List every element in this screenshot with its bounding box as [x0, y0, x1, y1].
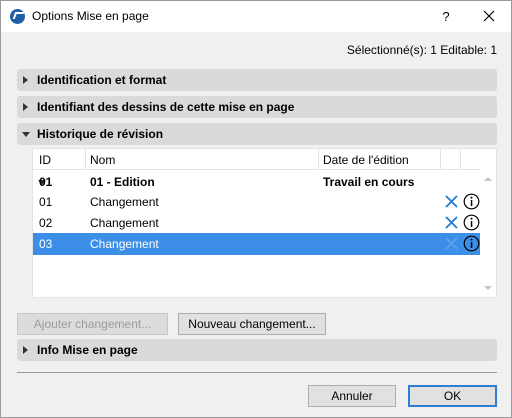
cell-name: Changement — [90, 216, 159, 230]
cancel-button[interactable]: Annuler — [308, 385, 396, 407]
table-row[interactable]: 02 Changement — [33, 212, 480, 234]
table-header: ID Nom Date de l'édition — [33, 149, 480, 170]
close-button[interactable] — [467, 1, 511, 32]
collapsed-triangle-icon — [23, 103, 28, 111]
cell-id: 01 — [39, 195, 53, 209]
cell-date: Travail en cours — [323, 175, 415, 189]
help-button[interactable]: ? — [431, 1, 461, 32]
info-icon[interactable] — [463, 214, 480, 231]
cell-name: 01 - Edition — [90, 175, 155, 189]
section-revision-history[interactable]: Historique de révision — [17, 123, 497, 145]
section-label: Identifiant des dessins de cette mise en… — [37, 100, 295, 114]
column-header-date[interactable]: Date de l'édition — [323, 153, 409, 167]
selection-info: Sélectionné(s): 1 Editable: 1 — [346, 43, 497, 57]
add-change-button[interactable]: Ajouter changement... — [17, 313, 168, 335]
footer-divider — [17, 372, 497, 373]
ok-button[interactable]: OK — [408, 385, 497, 407]
delete-x-icon[interactable] — [444, 194, 459, 209]
collapsed-triangle-icon — [23, 346, 28, 354]
table-scrollbar[interactable] — [480, 170, 496, 297]
column-header-name[interactable]: Nom — [90, 153, 115, 167]
cell-id: 01 — [39, 175, 53, 189]
table-group-row[interactable]: 01 01 - Edition Travail en cours — [33, 171, 480, 193]
column-divider[interactable] — [440, 149, 441, 170]
cell-id: 03 — [39, 237, 53, 251]
section-label: Info Mise en page — [37, 343, 138, 357]
column-divider[interactable] — [318, 149, 319, 170]
title-bar: Options Mise en page ? — [1, 1, 511, 32]
info-icon[interactable] — [463, 235, 480, 252]
delete-x-icon[interactable] — [444, 236, 459, 251]
dialog-window: Options Mise en page ? Sélectionné(s): 1… — [0, 0, 512, 418]
info-icon[interactable] — [463, 193, 480, 210]
app-icon — [10, 9, 25, 24]
scroll-down-icon[interactable] — [484, 286, 492, 290]
new-change-button[interactable]: Nouveau changement... — [178, 313, 326, 335]
table-row-selected[interactable]: 03 Changement — [33, 233, 480, 255]
scroll-up-icon[interactable] — [484, 177, 492, 181]
section-drawing-id[interactable]: Identifiant des dessins de cette mise en… — [17, 96, 497, 118]
section-label: Historique de révision — [37, 127, 164, 141]
table-row[interactable]: 01 Changement — [33, 191, 480, 213]
window-title: Options Mise en page — [32, 9, 149, 23]
cell-name: Changement — [90, 195, 159, 209]
revision-table: ID Nom Date de l'édition 01 01 - Edition… — [32, 148, 497, 298]
delete-x-icon[interactable] — [444, 215, 459, 230]
collapsed-triangle-icon — [23, 76, 28, 84]
cell-name: Changement — [90, 237, 159, 251]
column-divider[interactable] — [460, 149, 461, 170]
cell-id: 02 — [39, 216, 53, 230]
section-identification[interactable]: Identification et format — [17, 69, 497, 91]
section-layout-info[interactable]: Info Mise en page — [17, 339, 497, 361]
expanded-triangle-icon — [22, 132, 30, 137]
close-icon — [483, 10, 495, 22]
column-header-id[interactable]: ID — [39, 153, 51, 167]
section-label: Identification et format — [37, 73, 167, 87]
column-divider[interactable] — [85, 149, 86, 170]
